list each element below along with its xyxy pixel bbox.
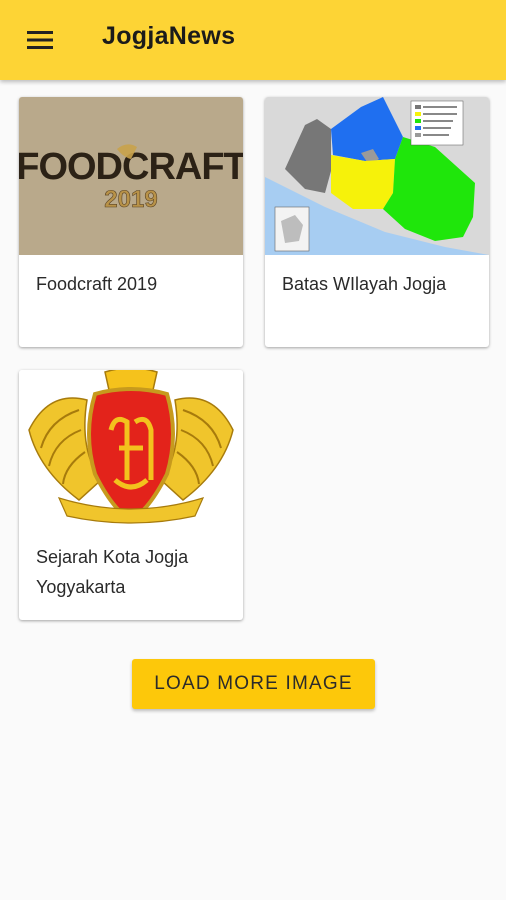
load-more-image-button[interactable]: LOAD MORE IMAGE [132,659,375,709]
menu-button[interactable] [14,18,66,62]
coat-of-arms-image [19,370,243,528]
news-card-history[interactable]: Sejarah Kota Jogja Yogyakarta [19,370,243,620]
foodcraft-logo-image: FOODCRAFT 2019 [19,97,243,255]
foodcraft-logo-year: 2019 [104,186,157,213]
hamburger-menu-icon [27,31,53,49]
news-card-map[interactable]: Batas WIlayah Jogja [265,97,489,347]
card-title: Sejarah Kota Jogja Yogyakarta [36,547,189,597]
card-title: Batas WIlayah Jogja [282,274,447,294]
card-title: Foodcraft 2019 [36,274,158,294]
news-card-foodcraft[interactable]: FOODCRAFT 2019 Foodcraft 2019 [19,97,243,347]
card-image-foodcraft: FOODCRAFT 2019 [19,97,243,255]
app-bar: JogjaNews [0,0,506,80]
card-image-map [265,97,489,255]
app-title: JogjaNews [102,22,236,50]
card-image-coat-of-arms [19,370,243,528]
region-map-image [265,97,489,255]
